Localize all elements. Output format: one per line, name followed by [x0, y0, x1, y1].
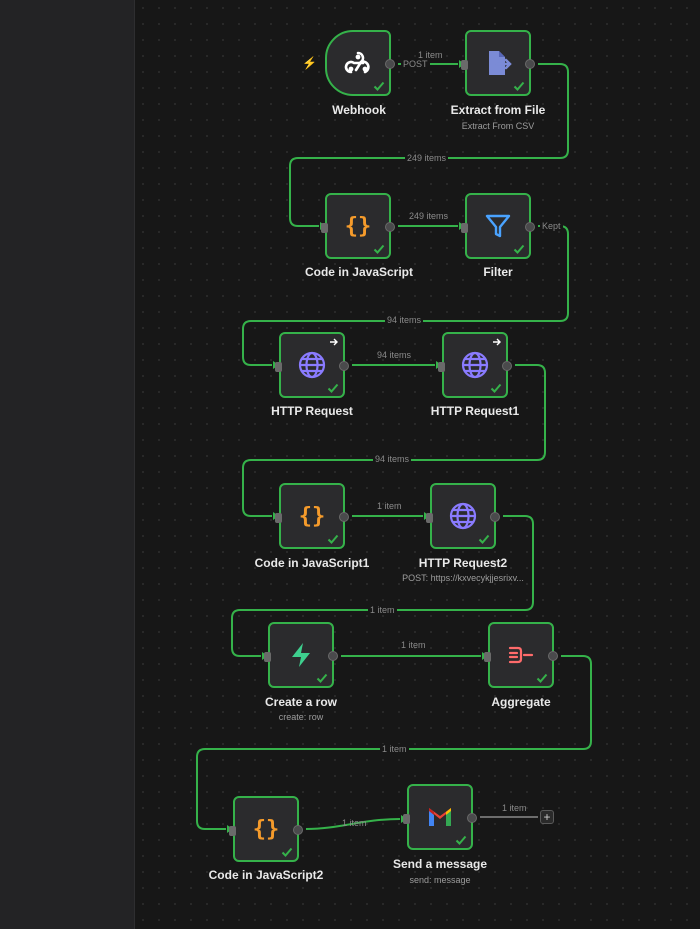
- edge-label-item-count: 1 item: [380, 744, 409, 754]
- input-handle[interactable]: [461, 60, 468, 70]
- webhook-icon: [342, 47, 374, 79]
- output-handle[interactable]: [490, 512, 500, 522]
- output-handle[interactable]: [502, 361, 512, 371]
- aggregate-icon: [505, 639, 537, 671]
- edge-label-item-count: 249 items: [405, 153, 449, 163]
- code-braces-icon: {}: [342, 210, 374, 242]
- globe-icon: [447, 500, 479, 532]
- node-label-code3: Code in JavaScript2: [208, 868, 324, 882]
- edge-label-item-count: 94 items: [385, 315, 424, 325]
- success-check-icon: [513, 81, 525, 91]
- output-handle[interactable]: [293, 825, 303, 835]
- input-handle[interactable]: [438, 362, 445, 372]
- node-label-http1: HTTP Request1: [430, 404, 520, 418]
- success-check-icon: [490, 383, 502, 393]
- node-label-filter: Filter: [483, 265, 513, 279]
- output-handle-kept[interactable]: [525, 222, 535, 232]
- node-extract-from-file[interactable]: [461, 30, 535, 96]
- node-subtitle-http2: POST: https://kxvecykjjesrixv...: [402, 573, 524, 583]
- code-braces-icon: {}: [250, 813, 282, 845]
- gmail-icon: [424, 801, 456, 833]
- edge-label-item-count: 1 item: [502, 803, 527, 813]
- code-braces-icon: {}: [296, 500, 328, 532]
- node-aggregate[interactable]: [484, 622, 558, 688]
- node-http-request1[interactable]: [438, 332, 512, 398]
- supabase-bolt-icon: [285, 639, 317, 671]
- edge-label-item-count: 1 item: [342, 818, 367, 828]
- node-label-create: Create a row: [264, 695, 338, 709]
- node-label-http: HTTP Request: [271, 404, 353, 418]
- success-check-icon: [373, 81, 385, 91]
- input-handle[interactable]: [275, 362, 282, 372]
- output-handle[interactable]: [548, 651, 558, 661]
- output-handle[interactable]: [467, 813, 477, 823]
- edge-label-item-count: 94 items: [377, 350, 412, 360]
- node-subtitle-create: create: row: [278, 712, 324, 722]
- node-create-a-row[interactable]: [264, 622, 338, 688]
- success-check-icon: [373, 244, 385, 254]
- node-label-aggregate: Aggregate: [491, 695, 551, 709]
- node-code-in-javascript2[interactable]: {}: [229, 796, 303, 862]
- left-sidebar: [0, 0, 135, 929]
- success-check-icon: [536, 673, 548, 683]
- output-handle[interactable]: [339, 361, 349, 371]
- node-filter[interactable]: [461, 193, 535, 259]
- edge-label-method: POST: [401, 59, 430, 69]
- node-subtitle-gmail: send: message: [409, 875, 471, 885]
- node-code-in-javascript1[interactable]: {}: [275, 483, 349, 549]
- edge-label-item-count: 1 item: [377, 501, 402, 511]
- svg-text:{}: {}: [253, 817, 280, 842]
- svg-text:{}: {}: [299, 504, 326, 529]
- success-check-icon: [316, 673, 328, 683]
- edge-label-item-count: 1 item: [401, 640, 426, 650]
- node-label-extract: Extract from File: [450, 103, 546, 117]
- edge-label-item-count: 1 item: [368, 605, 397, 615]
- input-handle[interactable]: [321, 223, 328, 233]
- success-check-icon: [513, 244, 525, 254]
- add-node-plus-button[interactable]: +: [540, 810, 554, 824]
- arrow-right-icon: [493, 338, 501, 346]
- globe-icon: [459, 349, 491, 381]
- input-handle[interactable]: [264, 652, 271, 662]
- success-check-icon: [327, 534, 339, 544]
- output-handle[interactable]: [328, 651, 338, 661]
- output-handle[interactable]: [385, 222, 395, 232]
- funnel-icon: [482, 210, 514, 242]
- success-check-icon: [455, 835, 467, 845]
- input-handle[interactable]: [461, 223, 468, 233]
- edge-label-branch: Kept: [540, 221, 563, 231]
- input-handle[interactable]: [229, 826, 236, 836]
- file-extract-icon: [482, 47, 514, 79]
- edge-label-item-count: 94 items: [373, 454, 412, 464]
- edge-label-item-count: 249 items: [409, 211, 449, 221]
- node-label-gmail: Send a message: [392, 857, 488, 871]
- node-code-in-javascript[interactable]: {}: [321, 193, 395, 259]
- svg-text:{}: {}: [345, 214, 372, 239]
- node-send-a-message[interactable]: [403, 784, 477, 850]
- node-subtitle-extract: Extract From CSV: [461, 121, 535, 131]
- input-handle[interactable]: [275, 513, 282, 523]
- node-label-http2: HTTP Request2: [418, 556, 508, 570]
- arrow-right-icon: [330, 338, 338, 346]
- output-handle[interactable]: [339, 512, 349, 522]
- success-check-icon: [327, 383, 339, 393]
- node-http-request2[interactable]: [426, 483, 500, 549]
- globe-icon: [296, 349, 328, 381]
- node-http-request[interactable]: [275, 332, 349, 398]
- trigger-bolt-icon: ⚡: [302, 56, 317, 70]
- output-handle[interactable]: [525, 59, 535, 69]
- input-handle[interactable]: [484, 652, 491, 662]
- success-check-icon: [478, 534, 490, 544]
- success-check-icon: [281, 847, 293, 857]
- input-handle[interactable]: [403, 814, 410, 824]
- output-handle[interactable]: [385, 59, 395, 69]
- node-webhook[interactable]: [325, 30, 395, 96]
- input-handle[interactable]: [426, 513, 433, 523]
